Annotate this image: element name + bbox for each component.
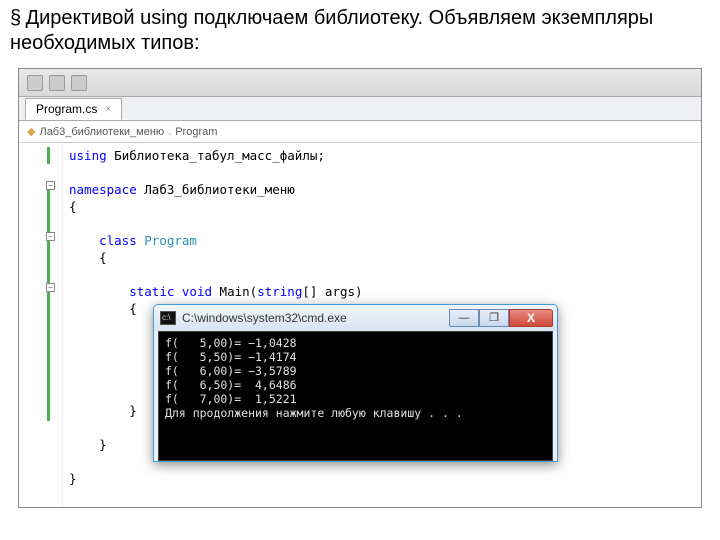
change-marker bbox=[47, 181, 50, 421]
fold-toggle-icon[interactable]: − bbox=[46, 181, 55, 190]
breadcrumb-sep: . bbox=[168, 126, 171, 138]
close-button[interactable]: X bbox=[509, 309, 553, 327]
console-title: C:\windows\system32\cmd.exe bbox=[182, 311, 443, 325]
kw-static: static bbox=[129, 284, 174, 299]
console-line: f( 6,00)= −3,5789 bbox=[165, 364, 297, 378]
toolbar-icon[interactable] bbox=[27, 75, 43, 91]
editor-gutter: − − − bbox=[19, 143, 63, 507]
file-tab[interactable]: Program.cs × bbox=[25, 98, 122, 120]
fold-toggle-icon[interactable]: − bbox=[46, 232, 55, 241]
console-line: Для продолжения нажмите любую клавишу . … bbox=[165, 406, 463, 420]
using-namespace: Библиотека_табул_масс_файлы bbox=[114, 148, 317, 163]
toolbar-icon[interactable] bbox=[49, 75, 65, 91]
change-marker bbox=[47, 147, 50, 164]
brace: { bbox=[99, 250, 107, 265]
brace: } bbox=[129, 403, 137, 418]
method-name: Main bbox=[220, 284, 250, 299]
minimize-button[interactable]: — bbox=[449, 309, 479, 327]
semicolon: ; bbox=[317, 148, 325, 163]
class-name: Program bbox=[144, 233, 197, 248]
console-titlebar[interactable]: c:\ C:\windows\system32\cmd.exe — ❐ X bbox=[154, 305, 557, 331]
array-brackets: [] bbox=[302, 284, 317, 299]
namespace-name: Лаб3_библиотеки_меню bbox=[144, 182, 295, 197]
brace: { bbox=[69, 199, 77, 214]
tab-row: Program.cs × bbox=[19, 97, 701, 121]
console-line: f( 7,00)= 1,5221 bbox=[165, 392, 297, 406]
brace: } bbox=[99, 437, 107, 452]
brace: { bbox=[129, 301, 137, 316]
kw-void: void bbox=[182, 284, 212, 299]
slide-caption-text: Директивой using подключаем библиотеку. … bbox=[10, 7, 653, 54]
bullet-mark: § bbox=[10, 6, 20, 31]
kw-string: string bbox=[257, 284, 302, 299]
slide-caption: § Директивой using подключаем библиотеку… bbox=[0, 0, 720, 68]
breadcrumb-class: Program bbox=[175, 126, 217, 138]
tab-label: Program.cs bbox=[36, 102, 97, 116]
fold-toggle-icon[interactable]: − bbox=[46, 283, 55, 292]
console-window[interactable]: c:\ C:\windows\system32\cmd.exe — ❐ X f(… bbox=[153, 304, 558, 462]
console-line: f( 6,50)= 4,6486 bbox=[165, 378, 297, 392]
console-line: f( 5,50)= −1,4174 bbox=[165, 350, 297, 364]
brace: } bbox=[69, 471, 77, 486]
namespace-icon: ◆ bbox=[27, 125, 35, 138]
maximize-button[interactable]: ❐ bbox=[479, 309, 509, 327]
toolbar-icon[interactable] bbox=[71, 75, 87, 91]
kw-namespace: namespace bbox=[69, 182, 137, 197]
kw-class: class bbox=[99, 233, 137, 248]
tab-close-icon[interactable]: × bbox=[105, 104, 111, 115]
console-line: f( 5,00)= −1,0428 bbox=[165, 336, 297, 350]
breadcrumb[interactable]: ◆ Лаб3_библиотеки_меню . Program bbox=[19, 121, 701, 143]
paren: ) bbox=[355, 284, 363, 299]
breadcrumb-namespace: Лаб3_библиотеки_меню bbox=[39, 126, 164, 138]
window-buttons: — ❐ X bbox=[449, 309, 553, 327]
ide-toolbar bbox=[19, 69, 701, 97]
console-icon: c:\ bbox=[160, 311, 176, 325]
kw-using: using bbox=[69, 148, 107, 163]
param-name: args bbox=[317, 284, 355, 299]
console-output[interactable]: f( 5,00)= −1,0428 f( 5,50)= −1,4174 f( 6… bbox=[158, 331, 553, 461]
